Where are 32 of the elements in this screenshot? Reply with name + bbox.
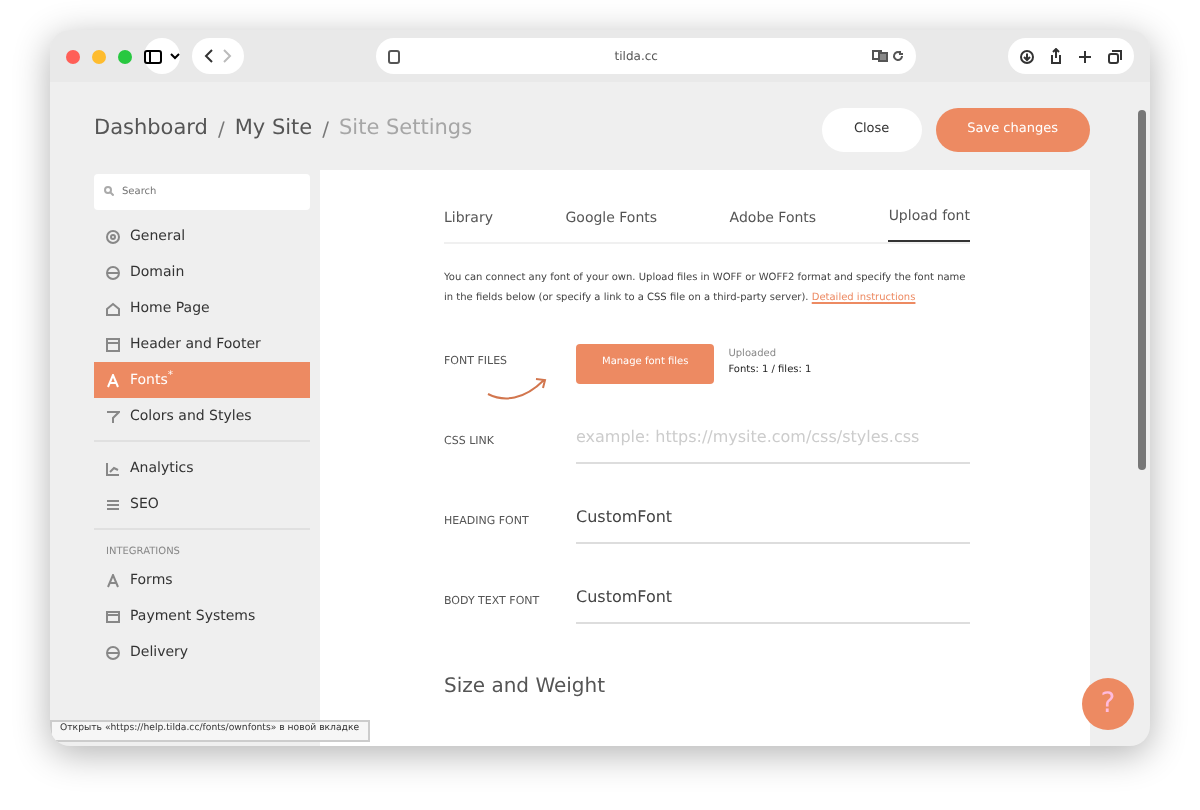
- chart-icon: [106, 461, 120, 475]
- page-icon: [388, 49, 400, 63]
- download-icon[interactable]: [1020, 49, 1034, 63]
- card-icon: [106, 610, 120, 624]
- house-icon: [106, 301, 120, 315]
- share-icon[interactable]: [1050, 48, 1062, 64]
- sidebar-toggle-button[interactable]: [144, 38, 180, 74]
- scrollbar[interactable]: [1138, 110, 1146, 470]
- gear-icon: [106, 229, 120, 243]
- window-control-dot[interactable]: [66, 49, 80, 63]
- reload-icon[interactable]: [892, 50, 904, 62]
- back-icon[interactable]: [204, 48, 214, 64]
- globe-icon: [106, 646, 120, 660]
- breadcrumb-separator: /: [217, 117, 225, 145]
- list-icon: [106, 497, 120, 511]
- breadcrumb-link[interactable]: Dashboard: [94, 114, 208, 146]
- layout-icon: [106, 337, 120, 351]
- section-title: Size and Weight: [444, 673, 608, 701]
- sidebar-icon: [144, 49, 162, 63]
- globe-icon: [106, 265, 120, 279]
- letter-icon: [106, 373, 120, 387]
- plus-icon[interactable]: [1078, 49, 1092, 63]
- chevron-down-icon: [170, 52, 180, 60]
- window-control-dot[interactable]: [118, 49, 132, 63]
- window-control-dot[interactable]: [92, 49, 106, 63]
- breadcrumb-separator: /: [322, 117, 329, 145]
- breadcrumb-link[interactable]: My Site: [234, 114, 313, 146]
- translate-icon[interactable]: [872, 50, 889, 62]
- search-icon: [104, 186, 114, 196]
- letter-icon: [106, 574, 120, 588]
- funnel-icon: [106, 409, 120, 423]
- tabs-icon[interactable]: [1108, 49, 1122, 63]
